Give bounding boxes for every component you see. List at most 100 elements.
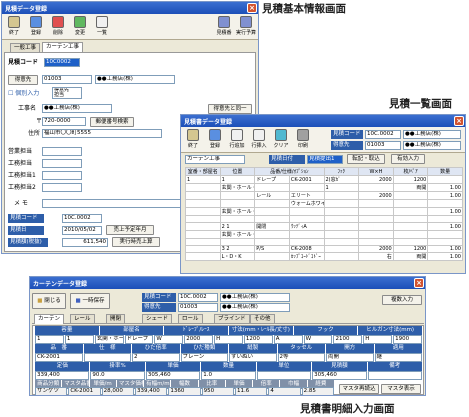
- print-button[interactable]: 印刷: [293, 129, 313, 150]
- table-cell[interactable]: L・D・K: [219, 252, 256, 261]
- table-row[interactable]: [185, 238, 463, 246]
- tab-4[interactable]: ロール: [178, 314, 203, 323]
- table-cell[interactable]: [185, 215, 221, 223]
- table-cell[interactable]: CK-2008: [288, 245, 325, 253]
- table-cell[interactable]: [392, 199, 429, 208]
- detail-input[interactable]: A: [273, 335, 303, 344]
- table-cell[interactable]: [254, 230, 290, 239]
- table-row[interactable]: 11 ドレープ CK-2001 2(窓ｶﾞ 2000 1200: [185, 175, 463, 184]
- table-cell[interactable]: [323, 245, 360, 253]
- date-input[interactable]: 2010/05/02: [62, 226, 102, 235]
- table-cell[interactable]: ｶｯﾌﾟｺｰﾄﾞｺﾄﾞｰ: [288, 252, 325, 261]
- staff-select-0[interactable]: [42, 147, 82, 156]
- table-cell[interactable]: 1.00: [427, 222, 463, 231]
- detail-input[interactable]: 継: [374, 353, 422, 362]
- tab-6[interactable]: その他: [250, 314, 275, 323]
- detail-input[interactable]: 1.0: [201, 371, 256, 380]
- table-cell[interactable]: P/S: [254, 245, 290, 253]
- tab-1[interactable]: レール: [70, 314, 95, 323]
- project-input[interactable]: ●●工務店(株): [42, 104, 112, 113]
- register-button[interactable]: 登録: [26, 16, 46, 37]
- table-cell[interactable]: 開閉: [254, 222, 290, 231]
- table-cell[interactable]: [185, 230, 221, 239]
- table-cell[interactable]: [358, 199, 394, 208]
- table-cell[interactable]: [254, 252, 290, 261]
- orderer-name-input[interactable]: ●●工務店(株): [95, 75, 175, 84]
- detail-input[interactable]: 2000: [184, 335, 214, 344]
- table-cell[interactable]: 2000: [358, 191, 394, 200]
- detail-input[interactable]: W: [154, 335, 184, 344]
- table-cell[interactable]: [219, 238, 256, 246]
- detail-input[interactable]: 1: [35, 335, 64, 344]
- table-cell[interactable]: [427, 230, 463, 239]
- detail-input[interactable]: W: [303, 335, 333, 344]
- table-cell[interactable]: 1.00: [427, 252, 463, 261]
- tab-curtain[interactable]: カーテン工事: [42, 42, 84, 52]
- table-cell[interactable]: [254, 183, 290, 192]
- detail-input[interactable]: CK-2001: [35, 353, 83, 362]
- zip-input[interactable]: 720-0000: [42, 117, 86, 126]
- table-cell[interactable]: [185, 207, 221, 216]
- table-cell[interactable]: [323, 252, 360, 261]
- exit-button[interactable]: 終了: [4, 16, 24, 37]
- estimate-no-button[interactable]: 見積番: [214, 16, 234, 36]
- detail-input[interactable]: 2等: [277, 353, 325, 362]
- clear-button[interactable]: クリア: [271, 129, 291, 150]
- table-cell[interactable]: [358, 238, 394, 246]
- table-cell[interactable]: [392, 238, 429, 246]
- detail-input[interactable]: [367, 371, 422, 380]
- table-cell[interactable]: 右: [358, 252, 394, 261]
- detail-input[interactable]: H: [214, 335, 243, 344]
- close-button[interactable]: ■ 閉じる: [32, 293, 66, 309]
- table-row[interactable]: ウォームホワイト: [185, 199, 463, 208]
- table-cell[interactable]: [392, 207, 429, 216]
- budget-button[interactable]: 実行予算: [236, 16, 256, 36]
- orderer-button[interactable]: 得意先: [8, 75, 38, 85]
- detail-input[interactable]: 339,400: [35, 371, 90, 380]
- table-cell[interactable]: [254, 238, 290, 246]
- table-cell[interactable]: [392, 215, 429, 223]
- table-cell[interactable]: ドレープ: [254, 175, 290, 184]
- table-row[interactable]: 玄関・ホール・階段 1.00: [185, 207, 463, 216]
- tab-3[interactable]: シェード: [142, 314, 173, 323]
- table-cell[interactable]: 1: [323, 183, 360, 192]
- table-cell[interactable]: [254, 199, 290, 208]
- table-cell[interactable]: [323, 199, 360, 208]
- table-cell[interactable]: [185, 252, 221, 261]
- table-cell[interactable]: 2000: [358, 175, 394, 184]
- table-cell[interactable]: [392, 191, 429, 200]
- master-show-button[interactable]: マスタ表示: [381, 384, 421, 394]
- table-cell[interactable]: [185, 245, 221, 253]
- table-cell[interactable]: 1200: [392, 245, 429, 253]
- est-select[interactable]: 見積提出1: [307, 155, 343, 164]
- table-cell[interactable]: [358, 215, 394, 223]
- tab-5[interactable]: ブラインド: [214, 314, 250, 323]
- table-cell[interactable]: [392, 222, 429, 231]
- table-cell[interactable]: [427, 175, 463, 184]
- table-cell[interactable]: 1: [219, 175, 256, 184]
- table-row[interactable]: 2 1 開閉 ｳｯﾃﾞｨA 1.00: [185, 222, 463, 231]
- detail-input[interactable]: 1200: [243, 335, 273, 344]
- detail-input[interactable]: プレーン: [180, 353, 228, 362]
- memo-input[interactable]: [42, 199, 182, 208]
- calc-sales-button[interactable]: 実行時売上算: [112, 237, 160, 247]
- table-row[interactable]: 玄関・ホール・階段 1 両開1.00: [185, 183, 463, 192]
- detail-input[interactable]: 2: [132, 353, 180, 362]
- table-cell[interactable]: [323, 215, 360, 223]
- table-cell[interactable]: 1.00: [427, 191, 463, 200]
- table-cell[interactable]: 2000: [358, 245, 394, 253]
- detail-input[interactable]: H: [363, 335, 393, 344]
- table-cell[interactable]: [323, 207, 360, 216]
- multi-input-button[interactable]: 複数入力: [382, 295, 422, 305]
- table-cell[interactable]: [219, 215, 256, 223]
- table-row[interactable]: 玄関・ホール・階段: [185, 230, 463, 239]
- table-cell[interactable]: [358, 183, 394, 192]
- estimate-code-input[interactable]: 10C0002: [44, 58, 80, 67]
- detail-input[interactable]: 90.0: [90, 371, 145, 380]
- table-cell[interactable]: [358, 230, 394, 239]
- table-cell[interactable]: [427, 238, 463, 246]
- valid-input-button[interactable]: 有効入力: [391, 154, 425, 164]
- table-cell[interactable]: 両開: [392, 252, 429, 261]
- detail-input[interactable]: 305,460: [145, 371, 201, 380]
- table-cell[interactable]: [219, 199, 256, 208]
